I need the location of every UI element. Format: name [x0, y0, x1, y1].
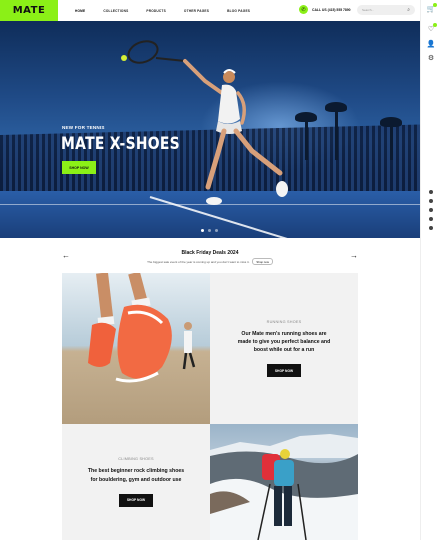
slider-dot[interactable] — [208, 229, 211, 232]
promo-shop-now-link[interactable]: Shop now — [252, 258, 273, 265]
search-placeholder: Search... — [362, 8, 375, 12]
settings-icon[interactable]: ⚙ — [427, 54, 435, 62]
climbing-line: for bouldering, gym and outdoor use — [90, 476, 182, 483]
instagram-icon[interactable] — [429, 190, 433, 194]
right-rail: 🛒 ♡ 👤 ⚙ — [420, 0, 440, 540]
promo-bar: ← Black Friday Deals 2024 The biggest sa… — [62, 247, 358, 267]
call-number: CALL US (415) 555 7890 — [312, 7, 351, 12]
nav-collections[interactable]: COLLECTIONS — [94, 9, 137, 13]
runner-image — [88, 273, 196, 383]
arrow-right-icon[interactable]: → — [350, 251, 358, 260]
nav-home[interactable]: HOME — [66, 9, 94, 13]
cart-icon[interactable]: 🛒 — [427, 3, 437, 13]
brand-logo[interactable]: MATE — [0, 0, 58, 21]
call-us[interactable]: ✆ CALL US (415) 555 7890 — [299, 5, 351, 14]
nav-other-pages[interactable]: OTHER PAGES — [175, 9, 218, 13]
running-line: boost while out for a run — [253, 347, 315, 354]
twitter-icon[interactable] — [429, 208, 433, 212]
promo-title: Black Friday Deals 2024 — [181, 250, 239, 256]
nav-blog-pages[interactable]: BLOG PAGES — [218, 9, 259, 13]
promo-text: The biggest sale event of the year is co… — [147, 259, 250, 264]
climbing-eyebrow: CLIMBING SHOES — [118, 457, 154, 462]
phone-icon: ✆ — [299, 5, 308, 14]
running-line: made to give you perfect balance and — [237, 338, 331, 345]
heart-icon[interactable]: ♡ — [427, 23, 437, 33]
nav-products[interactable]: PRODUCTS — [137, 9, 175, 13]
slider-dots — [201, 229, 218, 232]
youtube-icon[interactable] — [429, 217, 433, 221]
climbing-shoes-card: CLIMBING SHOES The best beginner rock cl… — [62, 424, 210, 540]
running-shoes-image[interactable] — [62, 273, 210, 424]
climbing-shop-now-button[interactable]: SHOP NOW — [119, 493, 153, 507]
running-line: Our Mate men's running shoes are — [241, 330, 327, 337]
climbing-description: The best beginner rock climbing shoes fo… — [88, 467, 184, 483]
hero-eyebrow: NEW FOR TENNIS — [62, 125, 105, 130]
slider-dot[interactable] — [215, 229, 218, 232]
climbing-shoes-image[interactable] — [210, 424, 358, 540]
slider-dot[interactable] — [201, 229, 204, 232]
running-shop-now-button[interactable]: SHOP NOW — [267, 364, 301, 378]
main-nav: HOME COLLECTIONS PRODUCTS OTHER PAGES BL… — [66, 9, 259, 13]
pinterest-icon[interactable] — [429, 226, 433, 230]
climbing-line: The best beginner rock climbing shoes — [87, 468, 185, 475]
hero-shop-now-button[interactable]: SHOP NOW — [62, 161, 96, 174]
search-input[interactable]: Search... ⌕ — [357, 5, 415, 15]
wishlist-badge — [433, 23, 437, 27]
cart-badge — [433, 3, 437, 7]
hero-title: MATE X-SHOES — [61, 134, 180, 154]
hero-slider: NEW FOR TENNIS MATE X-SHOES SHOP NOW — [0, 21, 420, 238]
user-icon[interactable]: 👤 — [427, 40, 436, 48]
running-description: Our Mate men's running shoes are made to… — [238, 330, 331, 354]
hiker-image — [210, 434, 358, 540]
running-shoes-card: RUNNING SHOES Our Mate men's running sho… — [210, 273, 358, 424]
search-icon[interactable]: ⌕ — [407, 7, 410, 13]
facebook-icon[interactable] — [429, 199, 433, 203]
running-eyebrow: RUNNING SHOES — [266, 319, 302, 324]
promo-line: The biggest sale event of the year is co… — [62, 258, 358, 265]
site-header: MATE HOME COLLECTIONS PRODUCTS OTHER PAG… — [0, 0, 420, 21]
